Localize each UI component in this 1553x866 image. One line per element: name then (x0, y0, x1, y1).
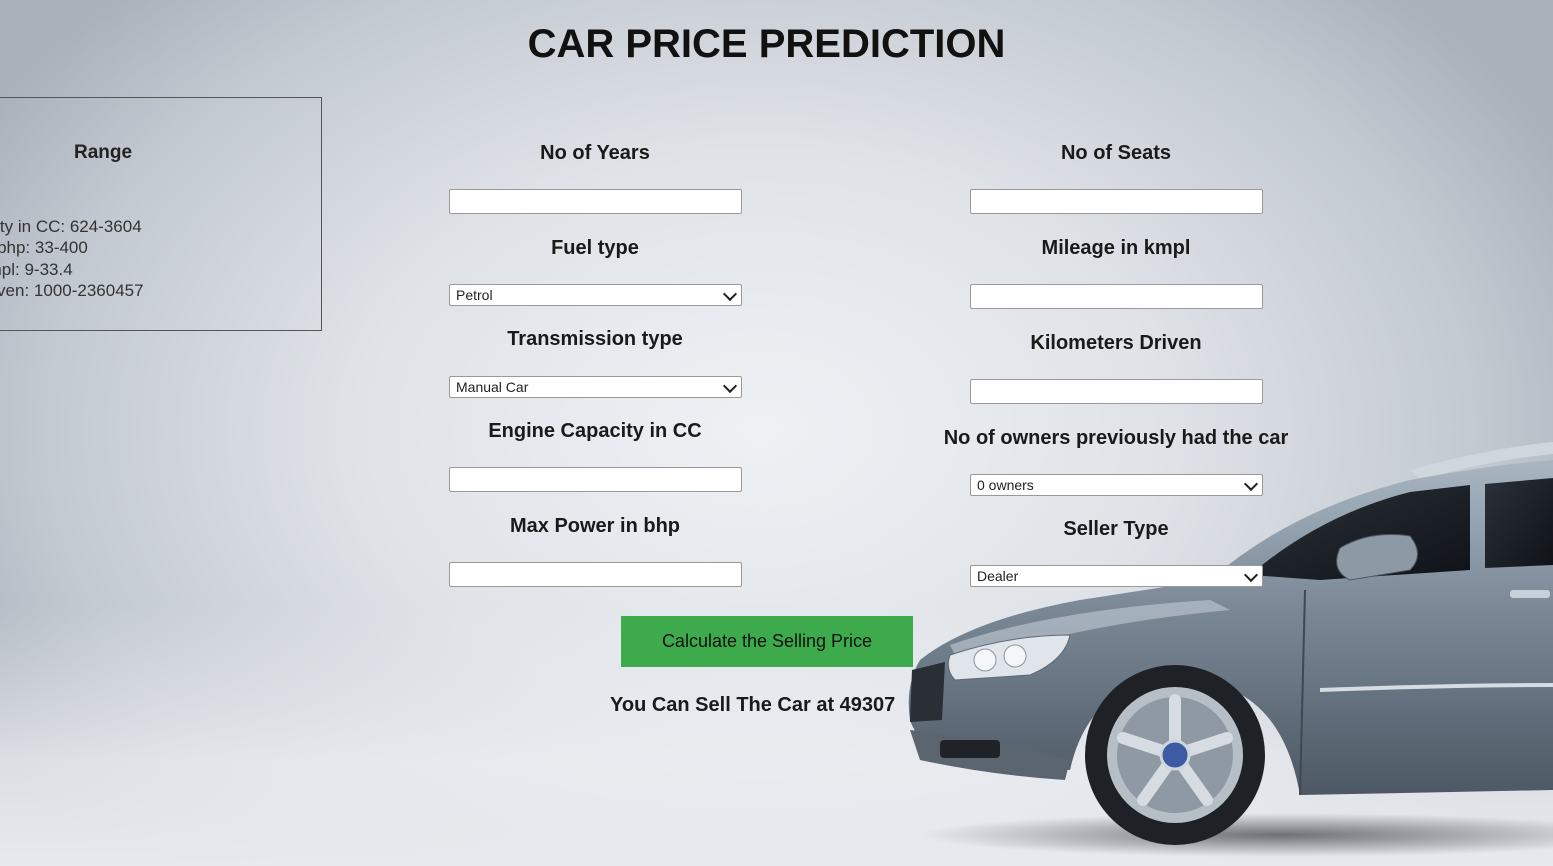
power-input[interactable] (449, 562, 742, 587)
fuel-select[interactable]: Petrol (449, 284, 742, 306)
engine-input[interactable] (449, 467, 742, 492)
fuel-selected-value: Petrol (456, 287, 493, 303)
range-item-engine: Capacity in CC: 624-3604 (0, 216, 142, 236)
power-label: Max Power in bhp (509, 515, 681, 537)
page-title: CAR PRICE PREDICTION (527, 22, 1006, 66)
km-input[interactable] (970, 379, 1263, 404)
years-label: No of Years (540, 142, 650, 164)
car-illustration (908, 442, 1553, 857)
range-item-years: 2-28 (0, 194, 144, 216)
calculate-button[interactable]: Calculate the Selling Price (621, 616, 913, 667)
range-item-power: wer in bhp: 33-400 (0, 238, 88, 257)
range-item-km: ers Driven: 1000-2360457 (0, 281, 144, 300)
fuel-label: Fuel type (551, 237, 639, 259)
mileage-input[interactable] (970, 284, 1263, 309)
seller-select[interactable]: Dealer (970, 565, 1263, 587)
range-list: 2-28 Capacity in CC: 624-3604 wer in bhp… (0, 194, 144, 302)
seats-input[interactable] (970, 189, 1263, 214)
years-input[interactable] (449, 189, 742, 214)
seller-selected-value: Dealer (977, 568, 1019, 584)
mileage-label: Mileage in kmpl (1041, 237, 1191, 259)
range-panel: Range 2-28 Capacity in CC: 624-3604 wer … (0, 97, 322, 331)
transmission-label: Transmission type (507, 328, 683, 350)
chevron-down-icon (1243, 567, 1259, 583)
transmission-selected-value: Manual Car (456, 379, 529, 395)
chevron-down-icon (722, 378, 738, 394)
range-item-mileage: e in kmpl: 9-33.4 (0, 259, 73, 279)
km-label: Kilometers Driven (1030, 332, 1202, 354)
range-heading: Range (74, 142, 133, 163)
chevron-down-icon (722, 286, 738, 302)
seats-label: No of Seats (1060, 142, 1172, 164)
engine-label: Engine Capacity in CC (488, 420, 702, 442)
result-text: You Can Sell The Car at 49307 (610, 694, 896, 716)
transmission-select[interactable]: Manual Car (449, 376, 742, 398)
